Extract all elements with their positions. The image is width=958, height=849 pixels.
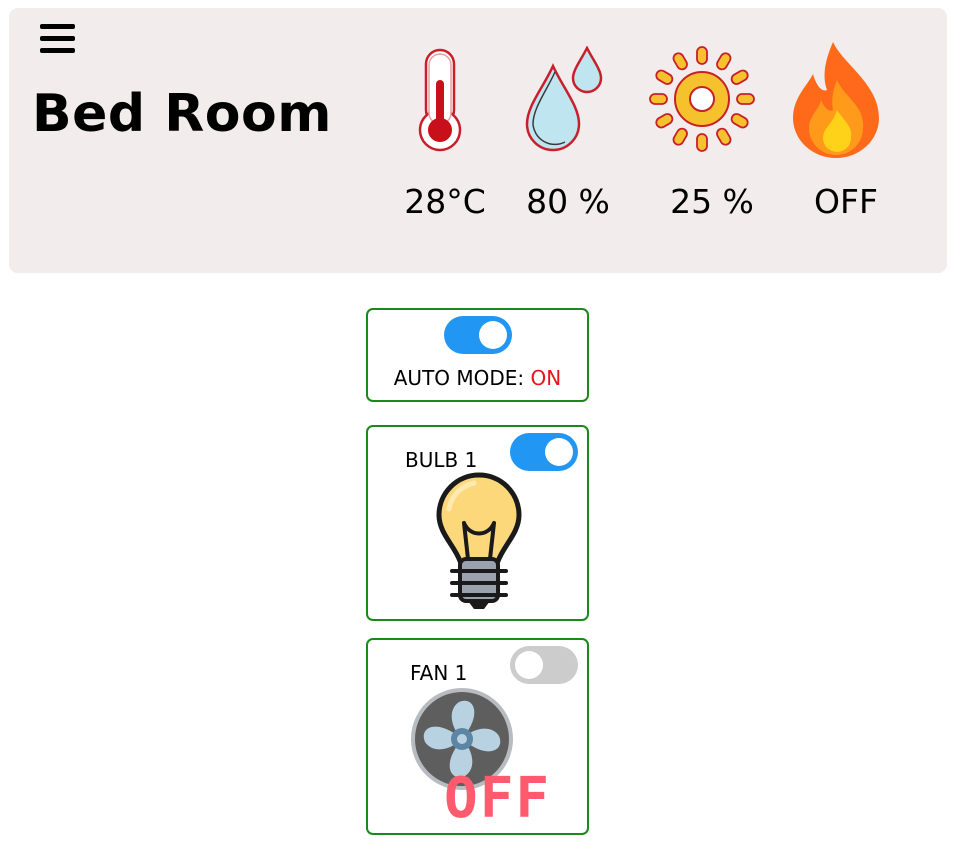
auto-mode-text: AUTO MODE:: [393, 366, 531, 390]
bulb-1-label: BULB 1: [405, 448, 478, 472]
temperature-value: 28°C: [404, 182, 486, 221]
fire-value: OFF: [814, 182, 878, 221]
fire-icon: [793, 42, 879, 158]
toggle-knob: [479, 321, 507, 349]
fan-1-card: FAN 1 OFF: [366, 638, 589, 835]
light-bulb-icon: [436, 472, 522, 609]
toggle-knob: [515, 651, 543, 679]
fan-1-toggle[interactable]: [510, 646, 578, 684]
auto-mode-state: ON: [530, 366, 562, 390]
bulb-1-toggle[interactable]: [510, 433, 578, 471]
water-drops-icon: [525, 46, 603, 152]
hamburger-menu-icon[interactable]: [40, 24, 75, 54]
toggle-knob: [545, 438, 573, 466]
sun-icon: [649, 46, 755, 152]
auto-mode-label: AUTO MODE: ON: [368, 364, 587, 392]
thermometer-icon: [418, 48, 462, 152]
auto-mode-toggle[interactable]: [444, 316, 512, 354]
room-header: Bed Room 28°C 80 % 25 % OFF: [9, 8, 947, 273]
light-value: 25 %: [670, 182, 754, 221]
fan-1-state: OFF: [444, 766, 552, 831]
bulb-1-card: BULB 1: [366, 425, 589, 621]
auto-mode-card: AUTO MODE: ON: [366, 308, 589, 402]
fan-1-label: FAN 1: [410, 661, 468, 685]
humidity-value: 80 %: [526, 182, 610, 221]
room-title: Bed Room: [32, 84, 332, 144]
